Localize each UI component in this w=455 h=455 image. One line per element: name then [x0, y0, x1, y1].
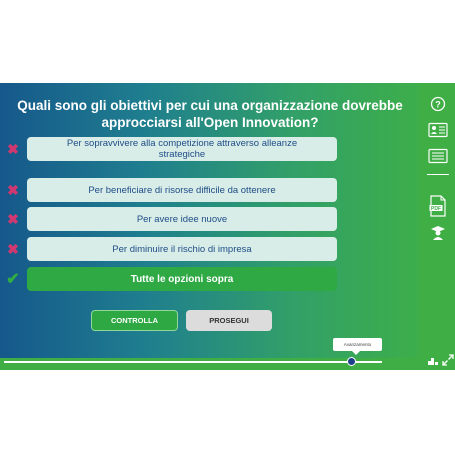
fullscreen-icon[interactable] — [442, 353, 454, 366]
answer-option[interactable]: Per diminuire il rischio di impresa — [27, 237, 337, 261]
wrong-mark-icon: ✖ — [7, 240, 19, 257]
pdf-icon[interactable]: PDF — [428, 195, 448, 217]
progress-tooltip: Avanzamento — [333, 338, 382, 355]
svg-text:?: ? — [435, 100, 441, 110]
answer-option[interactable]: Per sopravvivere alla competizione attra… — [27, 137, 337, 161]
question-text: Quali sono gli obiettivi per cui una org… — [17, 98, 403, 130]
reader-icon[interactable] — [428, 121, 448, 139]
check-mark-icon: ✔ — [6, 271, 20, 288]
wrong-mark-icon: ✖ — [7, 210, 19, 227]
slide-stage: Quali sono gli obiettivi per cui una org… — [0, 83, 420, 358]
check-button[interactable]: CONTROLLA — [91, 310, 178, 331]
notes-icon[interactable] — [428, 147, 448, 165]
option-row: ✖ Per beneficiare di risorse difficile d… — [0, 178, 345, 202]
option-row: ✖ Per avere idee nuove — [0, 207, 345, 231]
next-button[interactable]: PROSEGUI — [186, 310, 272, 331]
help-icon[interactable]: ? — [428, 95, 448, 113]
option-row: ✔ Tutte le opzioni sopra — [0, 267, 345, 291]
sidebar-divider — [427, 174, 449, 175]
sidebar: ? PDF — [420, 83, 455, 370]
option-row: ✖ Per sopravvivere alla competizione att… — [0, 137, 345, 161]
progress-track[interactable] — [4, 361, 382, 363]
wrong-mark-icon: ✖ — [7, 181, 19, 198]
answer-option-correct[interactable]: Tutte le opzioni sopra — [27, 267, 337, 291]
course-player: Quali sono gli obiettivi per cui una org… — [0, 83, 455, 370]
tutor-icon[interactable] — [428, 223, 448, 241]
pdf-label: PDF — [431, 206, 441, 212]
settings-icon[interactable] — [427, 353, 439, 365]
answer-option[interactable]: Per avere idee nuove — [27, 207, 337, 231]
progress-handle[interactable] — [347, 357, 357, 366]
answer-option[interactable]: Per beneficiare di risorse difficile da … — [27, 178, 337, 202]
wrong-mark-icon: ✖ — [7, 140, 19, 157]
option-row: ✖ Per diminuire il rischio di impresa — [0, 237, 345, 261]
